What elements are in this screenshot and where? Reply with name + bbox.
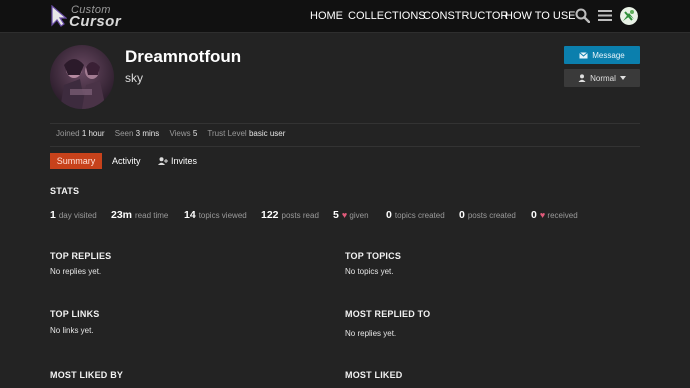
profile-avatar xyxy=(50,45,114,109)
stat-label: given xyxy=(349,211,369,220)
most-liked-by-heading: MOST LIKED BY xyxy=(50,370,124,380)
views-label: Views xyxy=(169,129,191,138)
tab-invites[interactable]: Invites xyxy=(158,153,197,169)
nav-home[interactable]: HOME xyxy=(310,10,343,22)
trust-level-value: basic user xyxy=(248,129,286,138)
heart-icon: ♥ xyxy=(341,210,348,220)
profile-meta: Joined 1 hour Seen 3 mins Views 5 Trust … xyxy=(56,129,285,138)
stat-days-visited: 1 day visited xyxy=(50,209,97,221)
site-header: Custom Cursor HOME COLLECTIONS CONSTRUCT… xyxy=(0,0,690,33)
stat-label: topics viewed xyxy=(198,211,247,220)
stat-value: 0 xyxy=(459,209,465,221)
stat-read-time: 23m read time xyxy=(111,209,168,221)
stat-value: 1 xyxy=(50,209,56,221)
stat-likes-given: 5 ♥ given xyxy=(333,209,369,221)
stat-label: topics created xyxy=(394,211,445,220)
stat-value: 14 xyxy=(184,209,196,221)
site-logo[interactable]: Custom Cursor xyxy=(51,4,131,30)
top-topics-heading: TOP TOPICS xyxy=(345,251,402,261)
joined-value: 1 hour xyxy=(81,129,105,138)
seen-label: Seen xyxy=(114,129,134,138)
stat-posts-created: 0 posts created xyxy=(459,209,516,221)
stat-value: 0 xyxy=(531,209,537,221)
nav-constructor[interactable]: CONSTRUCTOR xyxy=(423,10,508,22)
stat-value: 122 xyxy=(261,209,279,221)
stat-label: posts created xyxy=(467,211,516,220)
top-topics-empty: No topics yet. xyxy=(345,267,394,276)
trust-level-label: Trust Level xyxy=(207,129,247,138)
current-user-avatar[interactable] xyxy=(620,7,638,25)
stat-topics-created: 0 topics created xyxy=(386,209,445,221)
stat-topics-viewed: 14 topics viewed xyxy=(184,209,247,221)
stats-heading: STATS xyxy=(50,186,80,196)
logo-text-bottom: Cursor xyxy=(69,13,122,30)
top-replies-heading: TOP REPLIES xyxy=(50,251,112,261)
tab-activity[interactable]: Activity xyxy=(112,153,141,169)
notification-level-dropdown[interactable]: Normal xyxy=(564,69,640,87)
stat-label: received xyxy=(547,211,578,220)
nav-how-to-use[interactable]: HOW TO USE xyxy=(505,10,576,22)
search-icon[interactable] xyxy=(575,8,591,25)
profile-title: sky xyxy=(125,71,143,85)
message-button-label: Message xyxy=(592,50,625,60)
profile-divider-top xyxy=(50,123,640,124)
stat-likes-received: 0 ♥ received xyxy=(531,209,578,221)
tab-invites-label: Invites xyxy=(171,156,198,166)
top-links-heading: TOP LINKS xyxy=(50,309,100,319)
message-button[interactable]: Message xyxy=(564,46,640,64)
most-liked-heading: MOST LIKED xyxy=(345,370,403,380)
tab-activity-label: Activity xyxy=(112,156,141,166)
stat-label: read time xyxy=(135,211,169,220)
views-value: 5 xyxy=(192,129,198,138)
stat-value: 23m xyxy=(111,209,133,221)
stat-label: posts read xyxy=(281,211,319,220)
most-replied-to-heading: MOST REPLIED TO xyxy=(345,309,431,319)
user-plus-icon xyxy=(158,157,168,165)
stat-posts-read: 122 posts read xyxy=(261,209,319,221)
hamburger-menu-icon[interactable] xyxy=(598,9,612,24)
joined-label: Joined xyxy=(56,129,80,138)
most-replied-to-empty: No replies yet. xyxy=(345,329,397,338)
heart-icon: ♥ xyxy=(539,210,546,220)
top-replies-empty: No replies yet. xyxy=(50,267,102,276)
tab-summary[interactable]: Summary xyxy=(50,153,102,169)
seen-value: 3 mins xyxy=(135,129,160,138)
profile-username: Dreamnotfoun xyxy=(125,47,242,66)
user-icon xyxy=(578,74,586,82)
top-links-empty: No links yet. xyxy=(50,326,94,335)
envelope-icon xyxy=(579,51,589,58)
caret-down-icon xyxy=(619,76,626,80)
stat-label: day visited xyxy=(58,211,97,220)
stat-value: 5 xyxy=(333,209,339,221)
profile-divider-bottom xyxy=(50,146,640,147)
tab-summary-label: Summary xyxy=(56,156,96,166)
nav-collections[interactable]: COLLECTIONS xyxy=(348,10,426,22)
notification-level-label: Normal xyxy=(590,73,616,83)
stat-value: 0 xyxy=(386,209,392,221)
cursor-arrow-icon xyxy=(51,5,67,27)
